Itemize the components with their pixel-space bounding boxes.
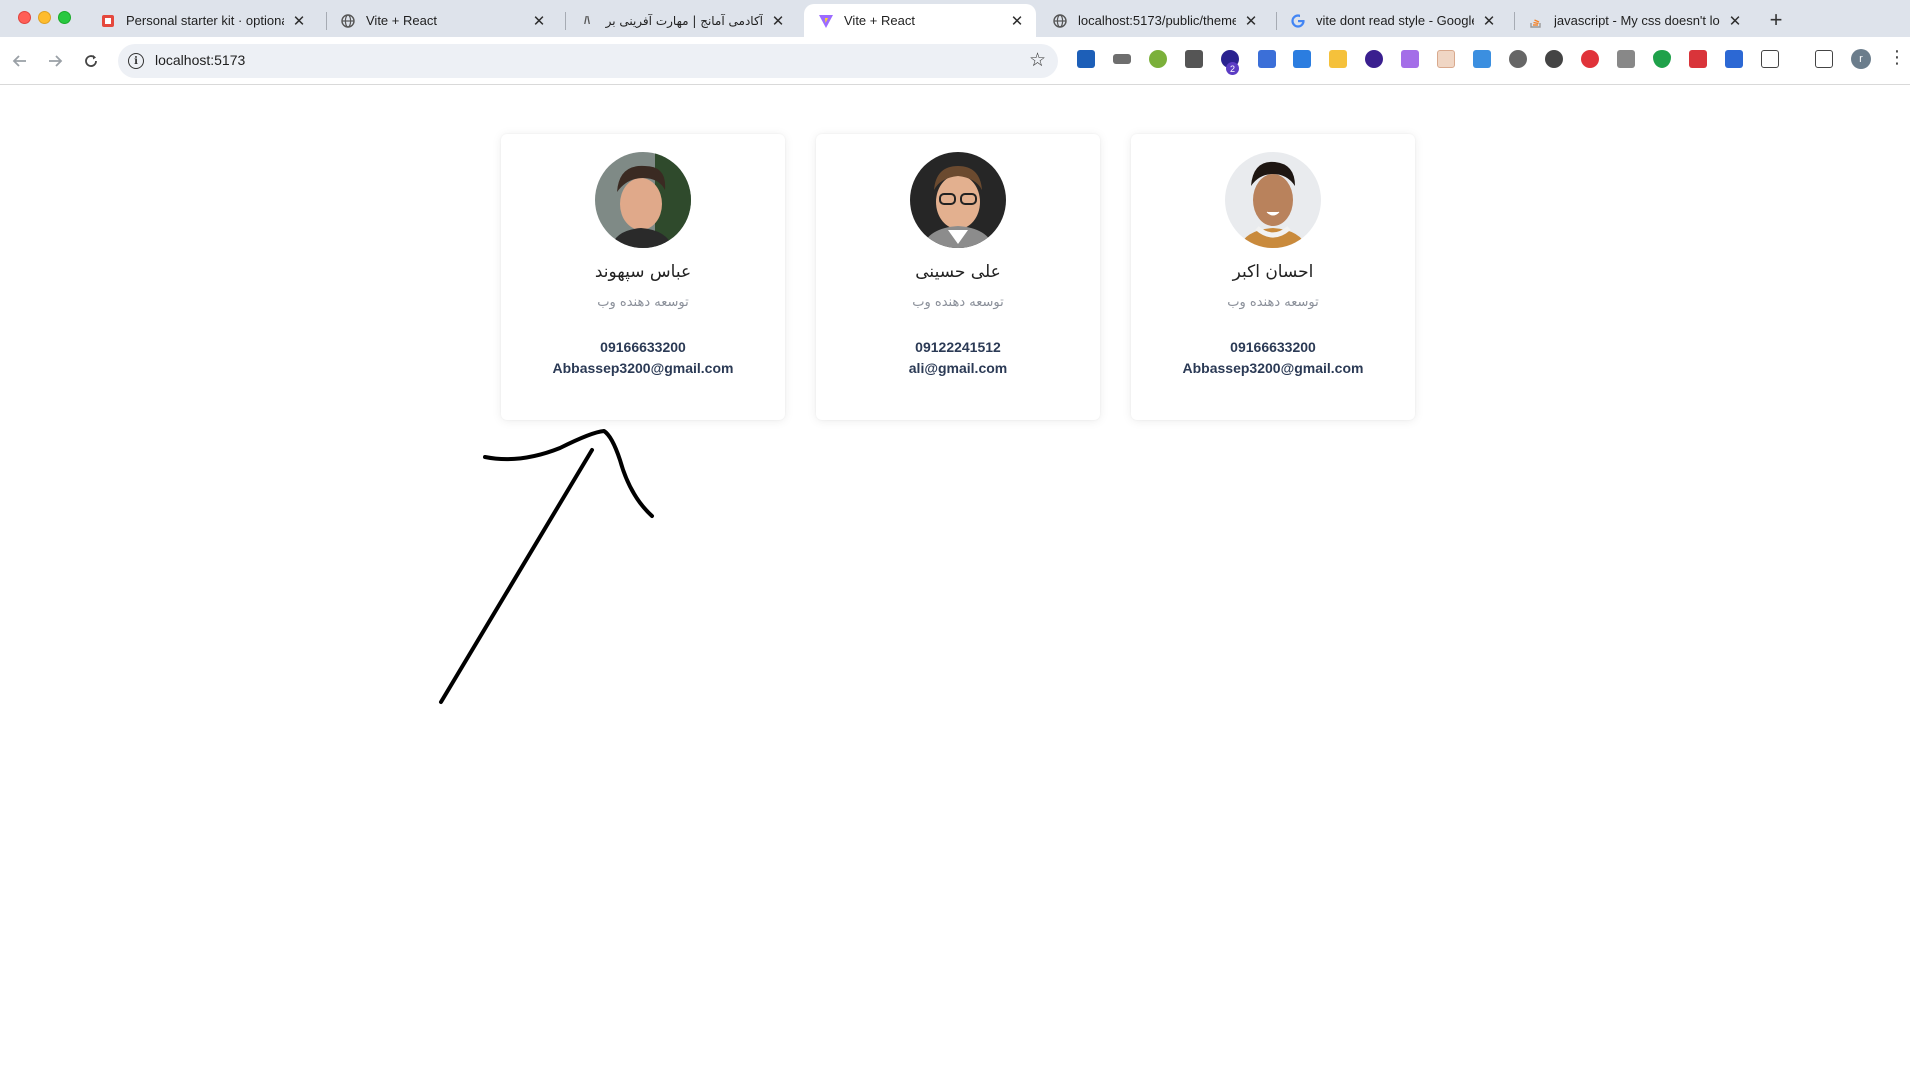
avatar — [1225, 152, 1321, 248]
close-tab-icon[interactable]: ✕ — [1008, 12, 1026, 30]
person-email: Abbassep3200@gmail.com — [1182, 360, 1364, 376]
tab-title: Vite + React — [366, 13, 437, 28]
extension-icon[interactable] — [1365, 50, 1383, 68]
video-icon[interactable] — [1689, 50, 1707, 68]
amanj-logo-icon: /\ — [583, 14, 591, 27]
minimize-window-button[interactable] — [38, 11, 51, 24]
extension-icon[interactable] — [1077, 50, 1095, 68]
tab-title: javascript - My css doesn't lo — [1554, 13, 1720, 28]
close-tab-icon[interactable]: ✕ — [1726, 12, 1744, 30]
extension-icon[interactable] — [1545, 50, 1563, 68]
google-icon — [1290, 13, 1306, 29]
tab-title: localhost:5173/public/theme.r — [1078, 13, 1236, 28]
extension-icon[interactable] — [1437, 50, 1455, 68]
extension-icon[interactable] — [1258, 50, 1276, 68]
close-window-button[interactable] — [18, 11, 31, 24]
tab-title: آکادمی آمانج | مهارت آفرینی برای و — [605, 13, 763, 28]
close-tab-icon[interactable]: ✕ — [769, 12, 787, 30]
close-tab-icon[interactable]: ✕ — [1480, 12, 1498, 30]
profile-card: عباس سپهوند توسعه دهنده وب 09166633200 A… — [501, 134, 785, 420]
tab-personal-starter-kit[interactable]: Personal starter kit · optional ✕ — [86, 4, 318, 37]
reload-button[interactable] — [79, 49, 103, 73]
tab-title: vite dont read style - Google — [1316, 13, 1474, 28]
close-tab-icon[interactable]: ✕ — [530, 12, 548, 30]
globe-icon — [1052, 13, 1068, 29]
globe-icon — [340, 13, 356, 29]
menu-kebab-icon[interactable]: ⋮ — [1888, 48, 1906, 66]
avatar — [910, 152, 1006, 248]
person-role: توسعه دهنده وب — [597, 295, 689, 310]
extension-icon[interactable] — [1401, 50, 1419, 68]
tab-title: Vite + React — [844, 13, 915, 28]
person-email: Abbassep3200@gmail.com — [552, 360, 734, 376]
red-square-icon — [100, 13, 116, 29]
tab-title: Personal starter kit · optional — [126, 13, 284, 28]
reload-icon — [85, 55, 97, 67]
profile-avatar[interactable]: r — [1851, 49, 1871, 69]
side-panel-icon[interactable] — [1815, 50, 1833, 68]
person-phone: 09122241512 — [915, 339, 1001, 355]
stackoverflow-icon — [1528, 13, 1544, 29]
tab-amanj-academy[interactable]: /\ آکادمی آمانج | مهارت آفرینی برای و ✕ — [565, 4, 797, 37]
person-name: عباس سپهوند — [594, 262, 692, 282]
maximize-window-button[interactable] — [58, 11, 71, 24]
extension-badge: 2 — [1226, 62, 1239, 75]
new-tab-button[interactable]: + — [1762, 6, 1790, 34]
close-tab-icon[interactable]: ✕ — [290, 12, 308, 30]
bug-icon[interactable] — [1509, 50, 1527, 68]
extension-icon[interactable] — [1149, 50, 1167, 68]
page-viewport: عباس سپهوند توسعه دهنده وب 09166633200 A… — [0, 86, 1910, 1078]
tab-localhost-theme[interactable]: localhost:5173/public/theme.r ✕ — [1038, 4, 1270, 37]
extension-icon[interactable] — [1113, 54, 1131, 64]
bookmark-star-icon[interactable]: ☆ — [1029, 49, 1046, 72]
person-name: احسان اکبر — [1232, 262, 1314, 282]
tab-vite-react-active[interactable]: Vite + React ✕ — [804, 4, 1036, 37]
close-tab-icon[interactable]: ✕ — [1242, 12, 1260, 30]
person-role: توسعه دهنده وب — [912, 295, 1004, 310]
download-icon[interactable] — [1293, 50, 1311, 68]
arrow-left-icon — [12, 55, 26, 67]
profile-card: احسان اکبر توسعه دهنده وب 09166633200 Ab… — [1131, 134, 1415, 420]
address-bar[interactable]: i localhost:5173 ☆ — [118, 44, 1058, 78]
extension-icon[interactable] — [1329, 50, 1347, 68]
screen-record-icon[interactable] — [1473, 50, 1491, 68]
person-phone: 09166633200 — [600, 339, 686, 355]
tab-stackoverflow[interactable]: javascript - My css doesn't lo ✕ — [1514, 4, 1754, 37]
person-phone: 09166633200 — [1230, 339, 1316, 355]
extension-icon[interactable] — [1725, 50, 1743, 68]
arrow-right-icon — [49, 55, 63, 67]
tab-strip: Personal starter kit · optional ✕ Vite +… — [0, 0, 1910, 37]
profile-card: علی حسینی توسعه دهنده وب 09122241512 ali… — [816, 134, 1100, 420]
avatar — [595, 152, 691, 248]
arrow-shaft — [439, 448, 594, 704]
extension-icon[interactable] — [1617, 50, 1635, 68]
browser-toolbar: i localhost:5173 ☆ 2 r ⋮ — [0, 37, 1910, 85]
arrow-head — [483, 429, 654, 518]
person-name: علی حسینی — [915, 262, 1001, 282]
person-email: ali@gmail.com — [908, 360, 1008, 376]
forward-button[interactable] — [43, 49, 67, 73]
person-role: توسعه دهنده وب — [1227, 295, 1319, 310]
url-text[interactable]: localhost:5173 — [155, 52, 245, 68]
tab-vite-react-1[interactable]: Vite + React ✕ — [326, 4, 558, 37]
shield-icon[interactable] — [1653, 50, 1671, 68]
adblock-icon[interactable] — [1581, 50, 1599, 68]
tab-google-search[interactable]: vite dont read style - Google ✕ — [1276, 4, 1508, 37]
puzzle-extensions-icon[interactable] — [1761, 50, 1779, 68]
site-info-icon[interactable]: i — [128, 53, 144, 69]
vite-logo-icon — [818, 13, 834, 29]
qr-code-icon[interactable] — [1185, 50, 1203, 68]
back-button[interactable] — [8, 49, 32, 73]
